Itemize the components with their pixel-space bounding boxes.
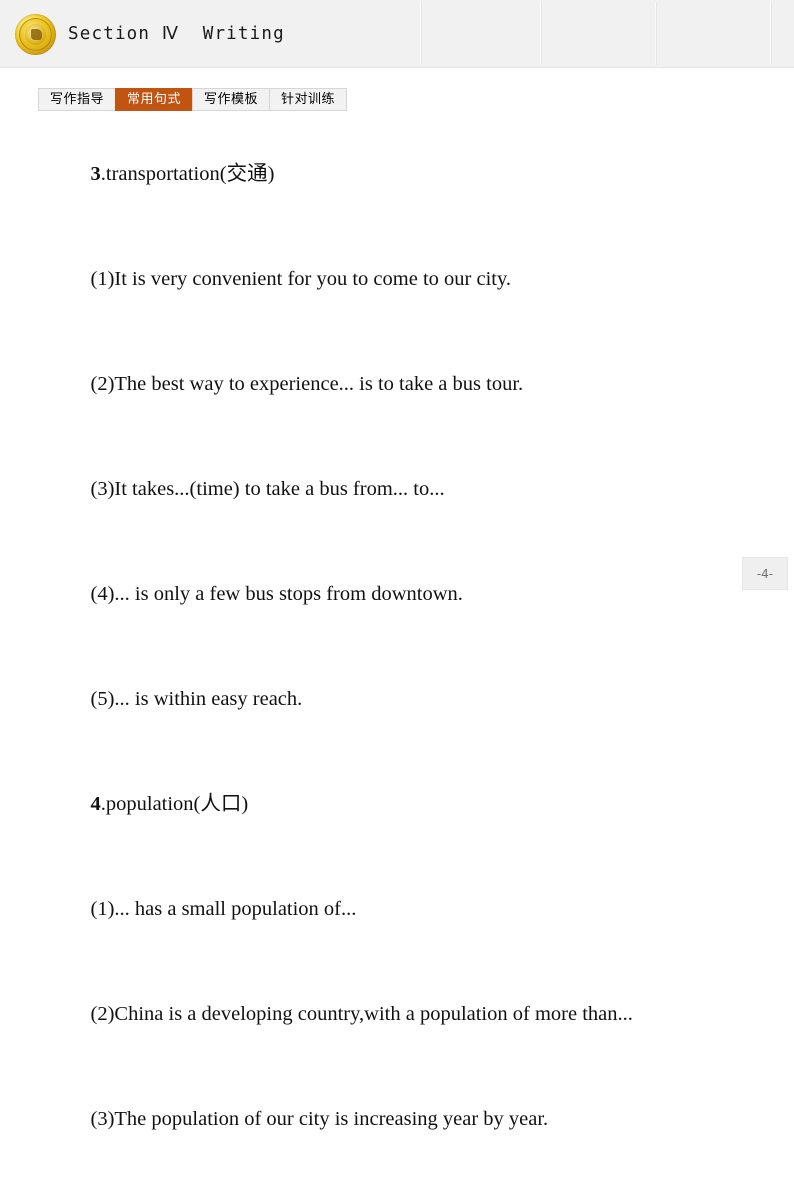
- header-title-cell: Section Ⅳ Writing: [0, 0, 420, 68]
- page-number-badge: -4-: [742, 557, 788, 590]
- content-line: (1)... has a small population of...: [70, 857, 770, 962]
- item-text: (3)The population of our city is increas…: [90, 1108, 549, 1130]
- slide-header-band: Section Ⅳ Writing: [0, 0, 794, 68]
- tab-label: 写作指导: [50, 92, 105, 107]
- header-divider-3: [655, 2, 656, 65]
- tab-writing-guide[interactable]: 写作指导: [38, 88, 116, 111]
- content-line: (3)It takes...(time) to take a bus from.…: [70, 437, 770, 542]
- header-divider-1: [420, 2, 421, 65]
- item-text: .transportation(交通): [100, 163, 275, 185]
- item-number: 3: [90, 163, 101, 185]
- page-title: Section Ⅳ Writing: [68, 24, 285, 44]
- gold-medal-icon: [15, 13, 56, 55]
- tab-label: 写作模板: [204, 92, 259, 107]
- tab-label: 针对训练: [281, 92, 336, 107]
- medal-emblem-figure: [30, 29, 42, 40]
- item-number: 4: [90, 793, 101, 815]
- content-line: 4.population(人口): [70, 752, 770, 857]
- header-divider-4: [770, 2, 771, 65]
- content-line: (4)... is only a few bus stops from down…: [70, 542, 770, 647]
- content-line: (5)... is within easy reach.: [70, 647, 770, 752]
- content-line: (3)The population of our city is increas…: [70, 1067, 770, 1172]
- content-line: 3.transportation(交通): [70, 122, 770, 227]
- header-divider-2: [540, 2, 541, 65]
- content-line: (2)China is a developing country,with a …: [70, 962, 770, 1067]
- item-text: (2)China is a developing country,with a …: [90, 1003, 633, 1025]
- tab-label: 常用句式: [127, 92, 182, 107]
- item-text: (2)The best way to experience... is to t…: [90, 373, 524, 395]
- slide-body-content: 3.transportation(交通) (1)It is very conve…: [70, 122, 770, 1192]
- item-text: (4)... is only a few bus stops from down…: [90, 583, 463, 605]
- item-text: (5)... is within easy reach.: [90, 688, 303, 710]
- item-text: (1)... has a small population of...: [90, 898, 357, 920]
- content-line: (2)The best way to experience... is to t…: [70, 332, 770, 437]
- content-line: (4)Eighty percent of the population here…: [70, 1172, 770, 1192]
- item-text: (3)It takes...(time) to take a bus from.…: [90, 478, 445, 500]
- tab-common-sentences[interactable]: 常用句式: [115, 88, 193, 111]
- tab-targeted-practice[interactable]: 针对训练: [269, 88, 348, 111]
- page-number-text: -4-: [756, 566, 774, 581]
- content-line: (1)It is very convenient for you to come…: [70, 227, 770, 332]
- item-text: .population(人口): [100, 793, 249, 815]
- item-text: (1)It is very convenient for you to come…: [90, 268, 512, 290]
- tab-writing-template[interactable]: 写作模板: [192, 88, 270, 111]
- section-tab-bar: 写作指导 常用句式 写作模板 针对训练: [38, 88, 348, 111]
